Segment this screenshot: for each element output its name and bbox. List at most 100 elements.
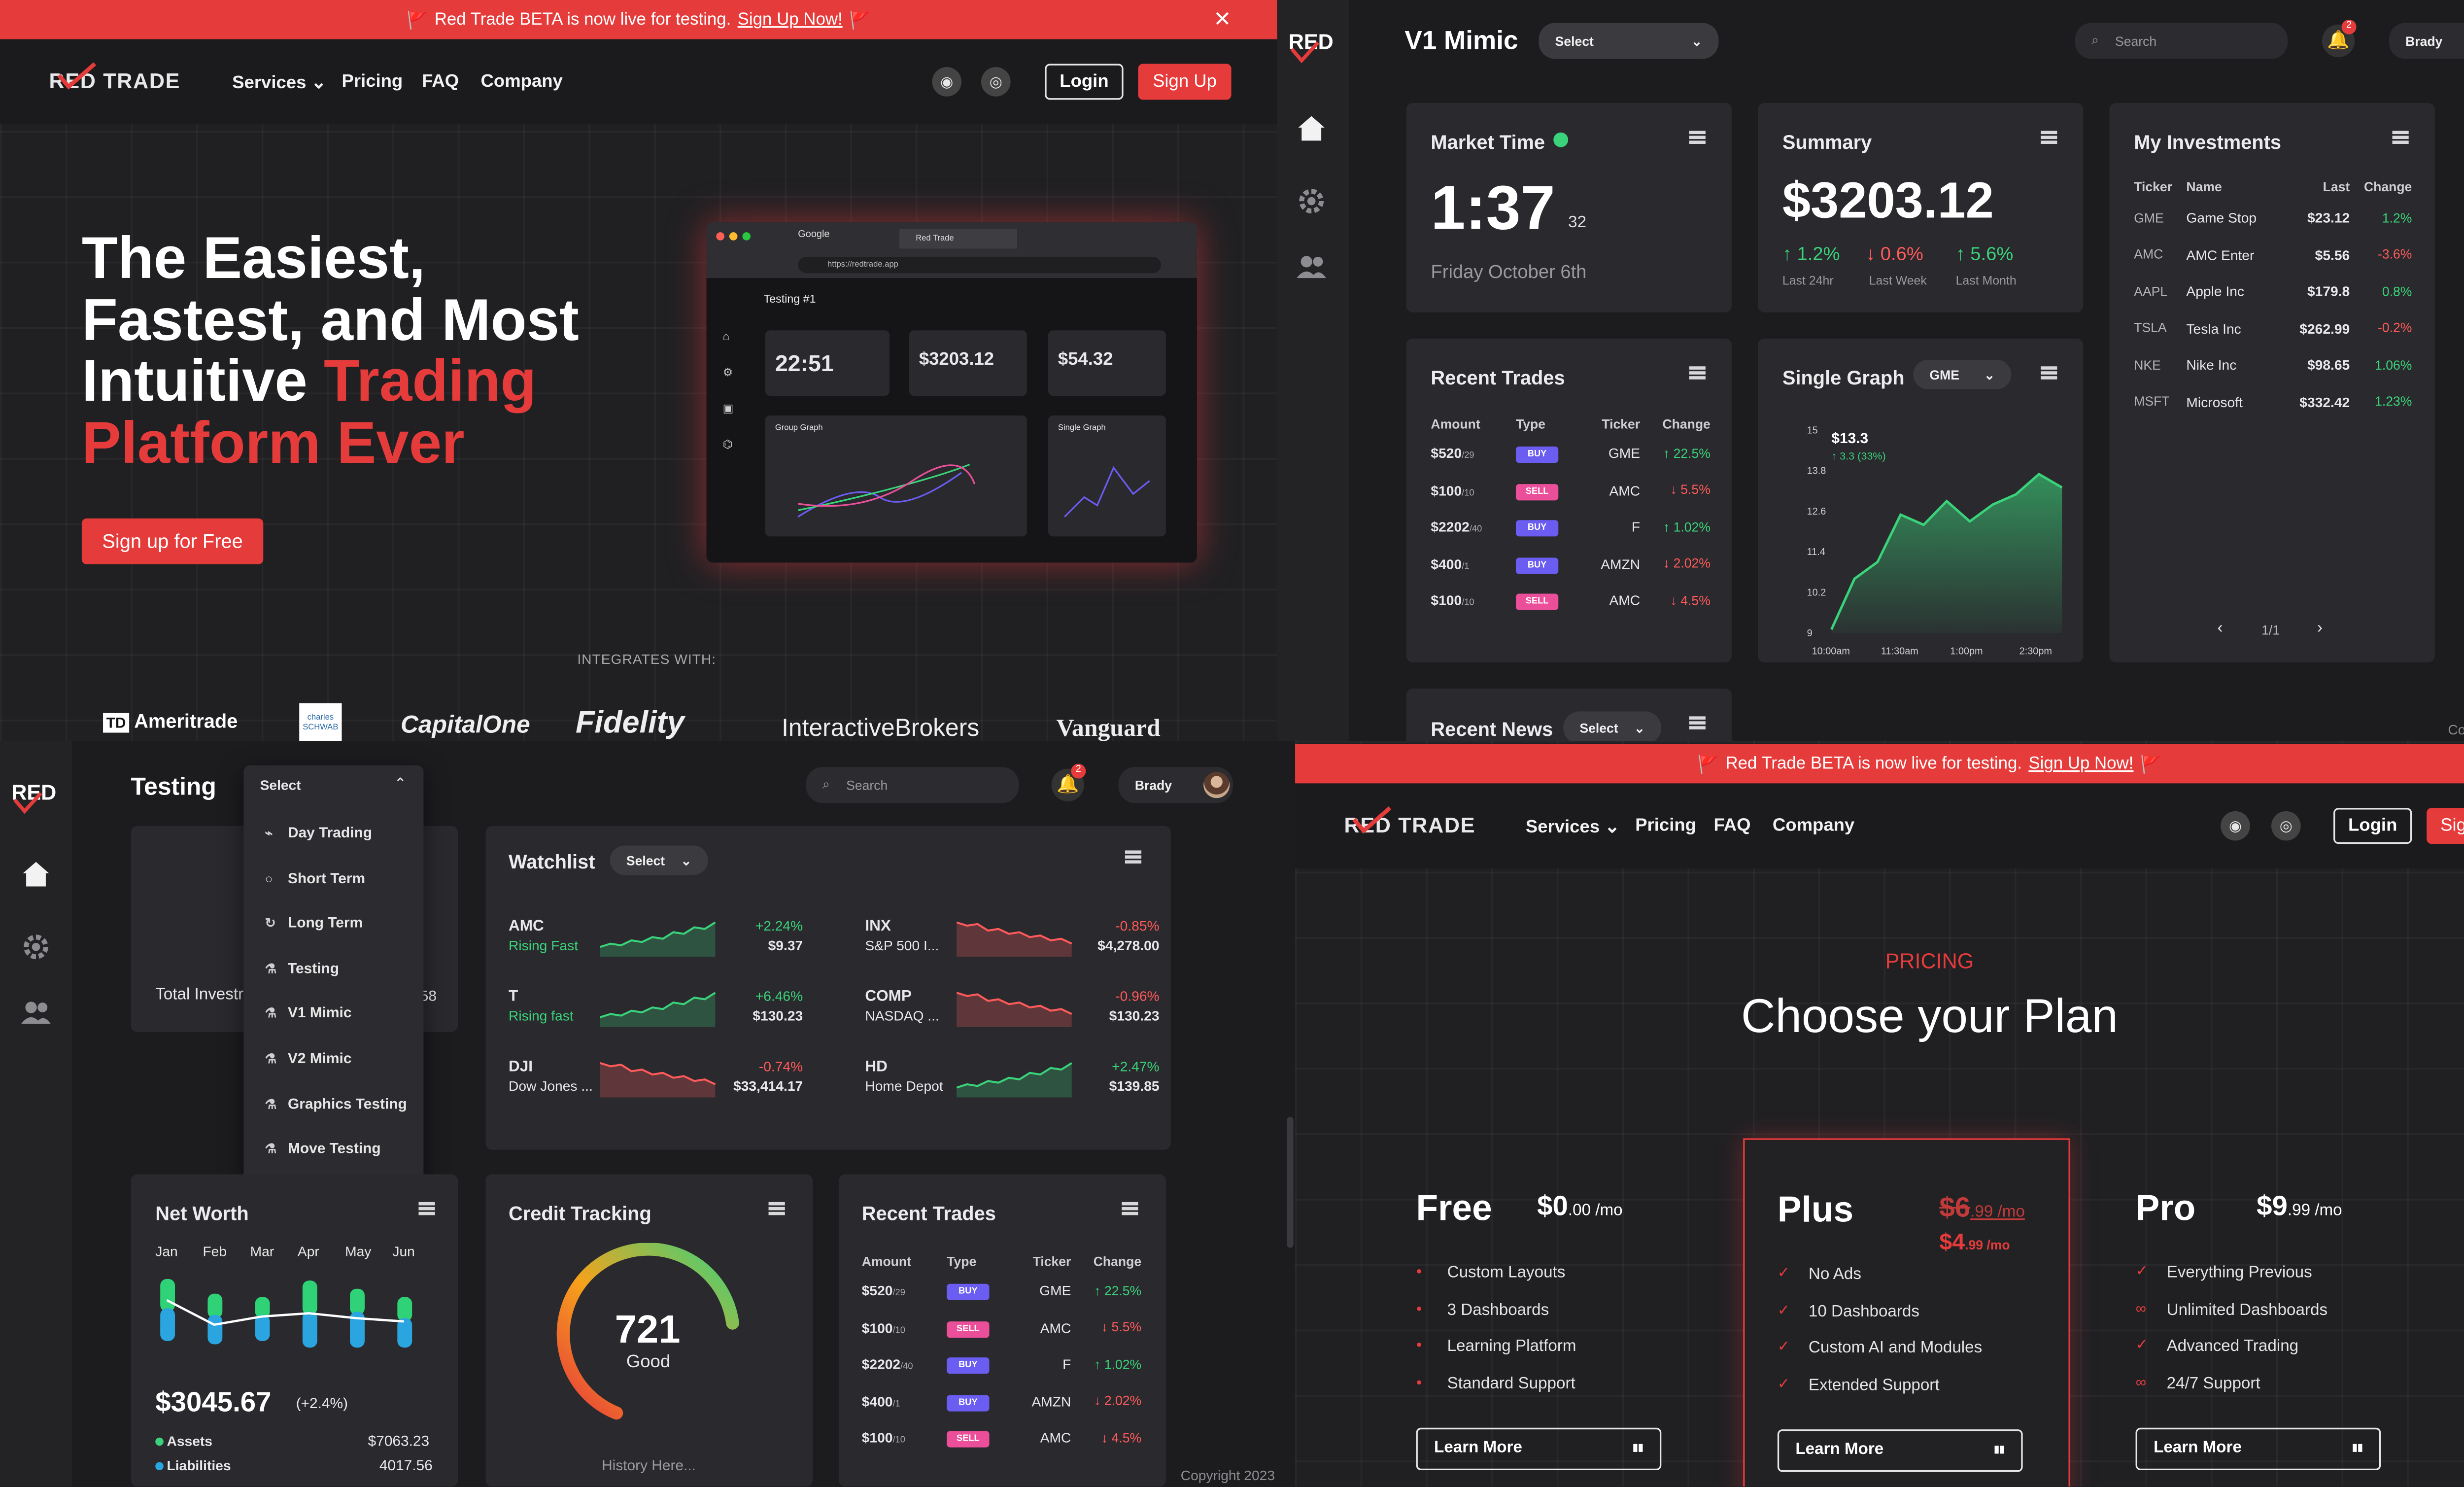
amount-cell: $100/10 — [861, 1429, 905, 1447]
table-row[interactable]: TSLA Tesla Inc $262.99 -0.2% — [2134, 310, 2412, 347]
banner-signup-link[interactable]: Sign Up Now! — [738, 10, 843, 30]
gear-icon[interactable] — [21, 932, 51, 962]
dropdown-item[interactable]: ⚗ Move Testing — [265, 1127, 412, 1173]
search-input[interactable]: ⌕ Search — [806, 767, 1019, 803]
dropdown-item[interactable]: ⚗ Testing — [265, 947, 412, 992]
table-row[interactable]: $400/1 BUY AMZN ↓ 2.02% — [862, 1383, 1141, 1420]
instagram-icon[interactable]: ◎ — [981, 67, 1011, 97]
net-worth-change: (+2.4%) — [296, 1395, 348, 1412]
nav-pricing[interactable]: Pricing — [342, 72, 403, 92]
assets-value: $7063.23 — [368, 1432, 430, 1449]
learn-more-button[interactable]: Learn More ▮▮ — [2135, 1427, 2381, 1471]
watchlist-item[interactable]: AMC Rising Fast +2.24% $9.37 — [509, 918, 803, 967]
banner-signup-link[interactable]: Sign Up Now! — [2028, 754, 2133, 774]
watchlist-item[interactable]: HD Home Depot +2.47% $139.85 — [865, 1058, 1160, 1107]
home-icon[interactable] — [1297, 114, 1326, 142]
nav-company[interactable]: Company — [1773, 816, 1854, 836]
amount-cell: $400/1 — [861, 1393, 900, 1410]
feature-item: ✓ No Ads — [1777, 1264, 1861, 1284]
instagram-icon[interactable]: ◎ — [2271, 811, 2301, 841]
change-cell: ↓ 5.5% — [1670, 483, 1711, 498]
table-row[interactable]: $520/29 BUY GME ↑ 22.5% — [1431, 435, 1711, 472]
ticker-price: $33,414.17 — [733, 1077, 803, 1094]
table-row[interactable]: $2202/40 BUY F ↑ 1.02% — [862, 1346, 1141, 1383]
table-row[interactable]: NKE Nike Inc $98.65 1.06% — [2134, 346, 2412, 383]
credit-rating: Good — [626, 1352, 671, 1372]
gear-icon[interactable] — [1297, 186, 1326, 216]
banner-icon: 🚩 — [849, 10, 871, 31]
discord-icon[interactable]: ◉ — [2221, 811, 2250, 841]
watchlist-select[interactable]: Select ⌄ — [610, 845, 708, 875]
table-row[interactable]: $2202/40 BUY F ↑ 1.02% — [1431, 509, 1711, 546]
table-row[interactable]: MSFT Microsoft $332.42 1.23% — [2134, 383, 2412, 420]
login-button[interactable]: Login — [1045, 64, 1124, 100]
dropdown-item[interactable]: ○ Short Term — [265, 856, 412, 901]
nav-services[interactable]: Services ⌄ — [232, 72, 326, 93]
nav-company[interactable]: Company — [481, 72, 563, 92]
table-row[interactable]: $400/1 BUY AMZN ↓ 2.02% — [1431, 546, 1711, 583]
watchlist-item[interactable]: COMP NASDAQ ... -0.96% $130.23 — [865, 988, 1160, 1037]
table-row[interactable]: $100/10 SELL AMC ↓ 5.5% — [1431, 472, 1711, 509]
signup-free-button[interactable]: Sign up for Free — [81, 518, 264, 564]
table-row[interactable]: AMC AMC Enter $5.56 -3.6% — [2134, 236, 2412, 273]
home-icon[interactable] — [21, 860, 51, 888]
x-tick-label: 2:30pm — [2019, 646, 2052, 657]
learn-more-button[interactable]: Learn More ▮▮ — [1777, 1429, 2023, 1472]
users-icon[interactable] — [20, 999, 52, 1025]
scrollbar[interactable] — [1287, 1117, 1294, 1248]
ticker-cell: AMC — [1040, 1429, 1071, 1447]
mock-card-summary: $3203.12 — [909, 330, 1027, 396]
dropdown-item[interactable]: ⚗ V1 Mimic — [265, 992, 412, 1037]
watchlist-item[interactable]: DJI Dow Jones ... -0.74% $33,414.17 — [509, 1058, 803, 1107]
dropdown-item[interactable]: ⚗ V2 Mimic — [265, 1037, 412, 1082]
menu-icon[interactable] — [768, 1202, 785, 1215]
table-row[interactable]: AAPL Apple Inc $179.8 0.8% — [2134, 273, 2412, 310]
nav-faq[interactable]: FAQ — [1713, 816, 1750, 836]
search-input[interactable]: ⌕ Search — [2075, 23, 2288, 59]
ticker-cell: AAPL — [2134, 284, 2168, 299]
signup-button[interactable]: Sign Up — [2427, 808, 2464, 844]
learn-more-button[interactable]: Learn More ▮▮ — [1416, 1427, 1662, 1471]
nav-services[interactable]: Services ⌄ — [1526, 816, 1620, 837]
signup-button[interactable]: Sign Up — [1138, 64, 1232, 100]
menu-icon[interactable] — [2392, 131, 2409, 144]
watchlist-item[interactable]: INX S&P 500 I... -0.85% $4,278.00 — [865, 918, 1160, 967]
banner-text: Red Trade BETA is now live for testing. — [434, 9, 731, 30]
menu-icon[interactable] — [1689, 366, 1706, 380]
banner-close-icon[interactable]: ✕ — [1213, 6, 1231, 33]
dropdown-item[interactable]: ↻ Long Term — [265, 901, 412, 947]
nav-faq[interactable]: FAQ — [422, 72, 459, 92]
flask-icon: ⚗ — [265, 1051, 277, 1067]
net-worth-line — [166, 1299, 404, 1326]
dropdown-item[interactable]: ⚗ Graphics Testing — [265, 1082, 412, 1127]
user-menu[interactable]: Brady — [2389, 23, 2464, 59]
menu-icon[interactable] — [2041, 131, 2057, 144]
menu-icon[interactable] — [1125, 850, 1142, 864]
table-row[interactable]: $100/10 SELL AMC ↓ 4.5% — [862, 1419, 1141, 1456]
table-row[interactable]: $100/10 SELL AMC ↓ 5.5% — [862, 1309, 1141, 1346]
select-dropdown[interactable]: Select ⌃ ⌁ Day Trading ○ Short Term ↻ Long Te… — [243, 765, 424, 1220]
table-row[interactable]: $100/10 SELL AMC ↓ 4.5% — [1431, 582, 1711, 619]
avatar[interactable] — [1203, 772, 1230, 798]
nav-pricing[interactable]: Pricing — [1635, 816, 1696, 836]
prev-page-icon[interactable]: ‹ — [2217, 620, 2223, 638]
type-cell: BUY — [1515, 546, 1591, 583]
dropdown-item[interactable]: ⌁ Day Trading — [265, 811, 412, 857]
login-button[interactable]: Login — [2333, 808, 2412, 844]
page-select[interactable]: Select ⌄ — [1539, 23, 1719, 59]
browser-mockup: Google Red Trade https://redtrade.app Te… — [706, 222, 1197, 563]
change-cell: 0.8% — [2382, 284, 2412, 299]
table-row[interactable]: $520/29 BUY GME ↑ 22.5% — [862, 1273, 1141, 1310]
watchlist-item[interactable]: T Rising fast +6.46% $130.23 — [509, 988, 803, 1037]
table-row[interactable]: GME Game Stop $23.12 1.2% — [2134, 200, 2412, 237]
menu-icon[interactable] — [1122, 1202, 1138, 1215]
news-select[interactable]: Select ⌄ — [1563, 711, 1662, 741]
menu-icon[interactable] — [1689, 716, 1706, 729]
dropdown-header[interactable]: Select — [260, 777, 301, 793]
ticker-cell: AMZN — [1601, 555, 1641, 572]
menu-icon[interactable] — [1689, 131, 1706, 144]
users-icon[interactable] — [1295, 253, 1328, 279]
discord-icon[interactable]: ◉ — [932, 67, 962, 97]
next-page-icon[interactable]: › — [2317, 620, 2323, 638]
book-icon: ▮▮ — [2352, 1444, 2363, 1454]
